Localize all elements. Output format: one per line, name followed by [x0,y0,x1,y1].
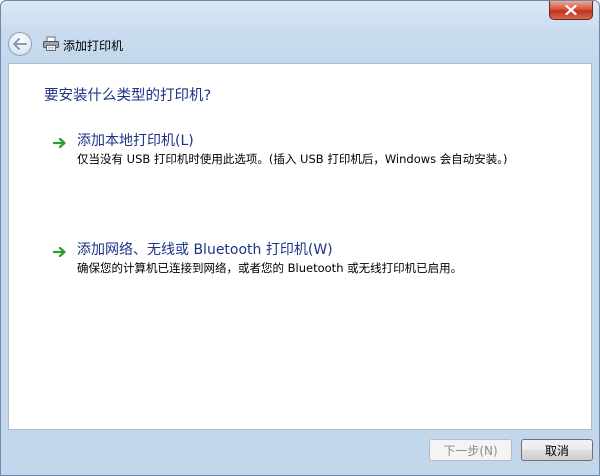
content-panel: 要安装什么类型的打印机? 添加本地打印机(L) 仅当没有 USB 打印机时使用此… [8,63,592,430]
next-button[interactable]: 下一步(N) [429,439,512,461]
back-button[interactable] [8,32,32,56]
close-button[interactable] [549,1,593,20]
green-arrow-icon [52,243,67,258]
close-icon [565,5,577,15]
option-description: 确保您的计算机已连接到网络，或者您的 Bluetooth 或无线打印机已启用。 [77,261,463,275]
printer-icon [42,36,60,52]
green-arrow-icon [52,134,67,149]
option-title: 添加本地打印机(L) [77,133,194,149]
cancel-button[interactable]: 取消 [521,439,593,461]
window-title: 添加打印机 [63,39,124,53]
back-arrow-icon [13,35,27,54]
navigation-bar: 添加打印机 [1,29,599,61]
footer-bar: 下一步(N) 取消 [1,431,599,475]
page-heading: 要安装什么类型的打印机? [44,88,212,104]
option-description: 仅当没有 USB 打印机时使用此选项。(插入 USB 打印机后，Windows … [77,152,508,166]
option-title: 添加网络、无线或 Bluetooth 打印机(W) [77,242,333,258]
add-printer-window: 添加打印机 要安装什么类型的打印机? 添加本地打印机(L) 仅当没有 USB 打… [0,0,600,476]
